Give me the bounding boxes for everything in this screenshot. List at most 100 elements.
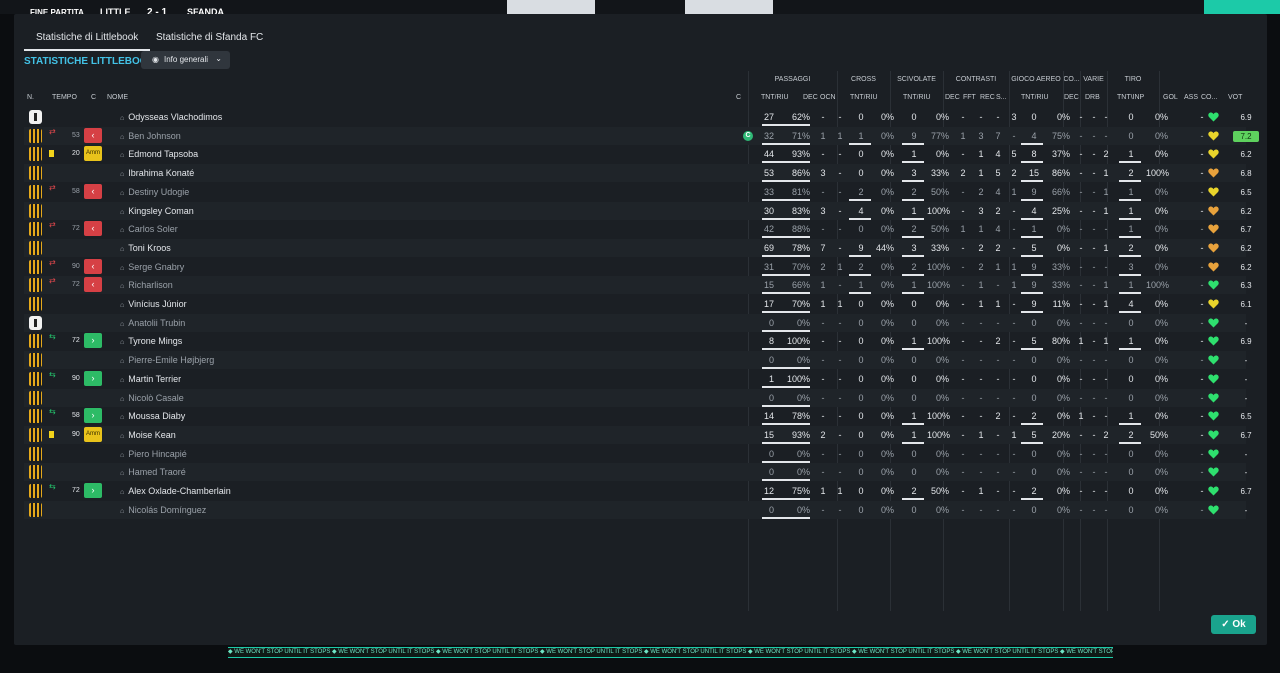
team-kit-icon bbox=[29, 184, 42, 199]
player-row[interactable]: ⇄ 72 ‹ ⌂ Richarlison 15 66% 1-1 0% 1 100% -1-1 9 33% -… bbox=[24, 276, 1252, 295]
shots: 0 bbox=[1128, 373, 1134, 384]
best-rating-badge: 7.2 bbox=[1233, 130, 1259, 142]
player-name[interactable]: ⌂ Martin Terrier bbox=[120, 370, 181, 388]
player-row[interactable]: ⌂ Hamed Traoré 0 0% - -0 0% 0 0% - - - -0 0% - - -0 0% - - bbox=[24, 463, 1247, 482]
player-row[interactable]: ⌂ Odysseas Vlachodimos 27 62% - -0 0% 0 0% - - -3 0 0… bbox=[24, 108, 1252, 126]
player-row[interactable]: ⌂ Vinícius Júnior 17 70% 1 1 0 0% 0 0% -1 1-9 11% - -1… bbox=[24, 295, 1252, 313]
key-passes: - bbox=[821, 373, 825, 384]
morale-heart-icon bbox=[1208, 112, 1219, 122]
crosses-pct: 0% bbox=[880, 186, 894, 197]
player-name[interactable]: ⌂ Destiny Udogie bbox=[120, 183, 189, 201]
column-header[interactable]: DEC bbox=[1064, 94, 1084, 101]
continue-button[interactable] bbox=[1204, 0, 1280, 14]
player-name-text: Pierre-Emile Højbjerg bbox=[128, 355, 215, 366]
tackles-pct: 50% bbox=[930, 224, 949, 235]
player-row[interactable]: ⇄ 72 ‹ ⌂ Carlos Soler 42 88% - -0 0% 2 50% 1 1 4-1 0% - -… bbox=[24, 220, 1252, 239]
player-name[interactable]: ⌂ Nicolás Domínguez bbox=[120, 501, 206, 519]
column-header[interactable]: OCN bbox=[820, 94, 842, 101]
player-name[interactable]: ⌂ Anatolii Trubin bbox=[120, 314, 185, 332]
column-header[interactable]: VOT bbox=[1228, 94, 1250, 101]
player-row[interactable]: ⇄ 58 ‹ ⌂ Destiny Udogie 33 81% - -2 0% 2 50% -2 4 1 9 66… bbox=[24, 183, 1252, 201]
column-header[interactable]: NOME bbox=[107, 94, 173, 101]
player-name[interactable]: ⌂ Hamed Traoré bbox=[120, 463, 186, 481]
shots: 0 bbox=[1128, 486, 1134, 496]
player-row[interactable]: ⌂ Pierre-Emile Højbjerg 0 0% - -0 0% 0 0% - - - -0 0%… bbox=[24, 351, 1247, 370]
co-stat: - bbox=[1079, 280, 1083, 291]
player-name[interactable]: ⌂ Ben Johnson bbox=[120, 127, 181, 145]
player-row[interactable]: ⇆ 90 › ⌂ Martin Terrier 1 100% - -0 0% 0 0% - - - -0 0% -… bbox=[24, 370, 1247, 388]
player-row[interactable]: ⇄ 90 ‹ ⌂ Serge Gnabry 31 70% 2 1 2 0% 2 100% -2 1 1 9 33%… bbox=[24, 258, 1252, 276]
player-row[interactable]: ⌂ Toni Kroos 69 78% 7-9 44% 3 33% -2 2-5 0% - -1 2 0% -… bbox=[24, 238, 1252, 257]
recoveries: - bbox=[996, 317, 1000, 328]
person-icon: ⌂ bbox=[120, 302, 125, 309]
stat-underline bbox=[1119, 180, 1141, 183]
player-name[interactable]: ⌂ Kingsley Coman bbox=[120, 202, 194, 220]
tackles-attempted: 0 bbox=[911, 504, 917, 515]
player-name[interactable]: ⌂ Ibrahima Konaté bbox=[120, 164, 194, 182]
player-name[interactable]: ⌂ Toni Kroos bbox=[120, 239, 171, 257]
aerials-pct: 33% bbox=[1051, 261, 1070, 272]
column-header[interactable]: TNT/RIU bbox=[761, 94, 797, 101]
view-select[interactable]: ◉ Info generali ⌄ bbox=[141, 51, 230, 69]
player-row[interactable]: ⌂ Anatolii Trubin 0 0% - -0 0% 0 0% - - - -0 0% - - -0 0%… bbox=[24, 313, 1247, 332]
player-name[interactable]: ⌂ Alex Oxlade-Chamberlain bbox=[120, 482, 231, 500]
column-header[interactable]: GOL bbox=[1163, 94, 1185, 101]
shots-on-target-pct: 0% bbox=[1154, 467, 1168, 478]
column-header[interactable]: C bbox=[91, 94, 107, 101]
player-row[interactable]: ⌂ Piero Hincapié 0 0% - -0 0% 0 0% - - - -0 0% - - -0 0% -… bbox=[24, 445, 1247, 463]
player-row[interactable]: ⇆ 58 › ⌂ Moussa Diaby 14 78% - -0 0% 1 100% - -2-2 0% 1… bbox=[24, 407, 1252, 426]
player-name[interactable]: ⌂ Vinícius Júnior bbox=[120, 295, 187, 313]
player-name[interactable]: ⌂ Tyrone Mings bbox=[120, 332, 182, 350]
stat-underline bbox=[902, 254, 924, 257]
player-name[interactable]: ⌂ Odysseas Vlachodimos bbox=[120, 108, 222, 126]
player-name[interactable]: ⌂ Serge Gnabry bbox=[120, 258, 184, 276]
player-name[interactable]: ⌂ Moise Kean bbox=[120, 426, 176, 444]
column-header[interactable]: TNT/RIU bbox=[903, 94, 939, 101]
column-header[interactable]: CO... bbox=[1201, 94, 1225, 101]
dribbles: - bbox=[1104, 467, 1108, 478]
player-name[interactable]: ⌂ Moussa Diaby bbox=[120, 407, 185, 425]
morale-heart-icon bbox=[1208, 336, 1219, 346]
chances-created: 1 bbox=[837, 130, 843, 141]
team-kit-icon bbox=[29, 147, 42, 162]
shots-on-target-pct: 0% bbox=[1154, 261, 1168, 272]
player-name[interactable]: ⌂ Piero Hincapié bbox=[120, 445, 187, 463]
tab-littlebook[interactable]: Statistiche di Littlebook bbox=[24, 26, 151, 51]
player-name[interactable]: ⌂ Nicolò Casale bbox=[120, 389, 184, 407]
player-row[interactable]: ⇄ 53 ‹ ⌂ Ben Johnson C 32 71% 1 1 1 0% 9 77% 1 3 7-4 75% -… bbox=[24, 126, 1259, 145]
rating: - bbox=[1244, 505, 1248, 515]
dribbles: 1 bbox=[1103, 205, 1109, 216]
tackles-pct: 0% bbox=[935, 317, 949, 328]
player-row[interactable]: ⌂ Kingsley Coman 30 83% 3-4 0% 1 100% -3 2-4 25% - -… bbox=[24, 201, 1252, 220]
column-header[interactable]: C bbox=[736, 94, 752, 101]
dribbles: - bbox=[1104, 112, 1108, 122]
player-name[interactable]: ⌂ Richarlison bbox=[120, 276, 173, 294]
column-header[interactable]: TNT\INP bbox=[1117, 94, 1155, 101]
player-name[interactable]: ⌂ Edmond Tapsoba bbox=[120, 145, 198, 163]
tab-sfanda[interactable]: Statistiche di Sfanda FC bbox=[144, 26, 275, 49]
sub-off-icon: ⇄ bbox=[49, 126, 56, 136]
column-header[interactable]: DRB bbox=[1085, 94, 1107, 101]
column-header[interactable]: N. bbox=[27, 94, 55, 101]
recoveries: - bbox=[996, 392, 1000, 403]
column-header[interactable]: TEMPO bbox=[52, 94, 84, 101]
player-name[interactable]: ⌂ Carlos Soler bbox=[120, 220, 178, 238]
player-row[interactable]: ⌂ Ibrahima Konaté 53 86% 3-0 0% 3 33% 2 1 5 2 15 86% -… bbox=[24, 164, 1252, 183]
player-name[interactable]: ⌂ Pierre-Emile Højbjerg bbox=[120, 351, 214, 369]
player-row[interactable]: ⌂ Nicolò Casale 0 0% - -0 0% 0 0% - - - -0 0% - - -0 0% - - bbox=[24, 388, 1247, 407]
chances-created: - bbox=[838, 205, 842, 216]
chances-created: - bbox=[838, 504, 842, 515]
player-row[interactable]: ⌂ Nicolás Domínguez 0 0% - -0 0% 0 0% - - - -0 0% - - -0… bbox=[24, 500, 1247, 519]
stat-underline bbox=[902, 423, 924, 426]
player-row[interactable]: ⇆ 72 › ⌂ Alex Oxlade-Chamberlain 12 75% 1 1 0 0% 2 5… bbox=[24, 482, 1252, 500]
column-header[interactable]: TNT/RIU bbox=[850, 94, 886, 101]
column-header[interactable]: S... bbox=[996, 94, 1014, 101]
column-header[interactable]: TNT/RIU bbox=[1021, 94, 1057, 101]
player-row[interactable]: ⇆ 72 › ⌂ Tyrone Mings 8 100% - -0 0% 1 100% - -2-5 80%… bbox=[24, 332, 1252, 351]
player-row[interactable]: 20 Amm ⌂ Edmond Tapsoba 44 93% - -0 0% 1 0% -1 4 5 8 37… bbox=[24, 145, 1252, 164]
ok-button[interactable]: ✓ Ok bbox=[1211, 615, 1256, 634]
player-row[interactable]: 90 Amm ⌂ Moise Kean 15 93% 2-0 0% 1 100% -1-1 5 20% -… bbox=[24, 425, 1252, 444]
column-header[interactable]: DEC bbox=[945, 94, 965, 101]
aerials-pct: 0% bbox=[1056, 355, 1070, 366]
key-passes: 7 bbox=[820, 242, 826, 253]
